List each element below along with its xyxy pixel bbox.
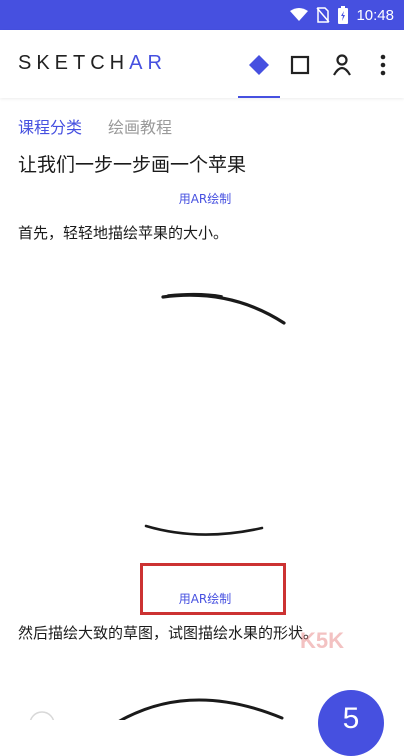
person-icon[interactable] xyxy=(325,48,359,82)
status-bar: 10:48 xyxy=(0,0,404,30)
status-time: 10:48 xyxy=(356,6,394,24)
sketch-illustration xyxy=(144,292,286,536)
more-vert-icon[interactable] xyxy=(366,48,400,82)
step-number-button[interactable]: 5 xyxy=(318,690,384,756)
wifi-icon xyxy=(290,8,309,21)
tab-drawing-tutorial[interactable]: 绘画教程 xyxy=(108,114,172,138)
active-tab-indicator xyxy=(238,96,280,98)
step-text: 首先，轻轻地描绘苹果的大小。 xyxy=(18,224,229,242)
app-bar: SKETCHAR xyxy=(0,30,404,98)
status-icons: 10:48 xyxy=(290,0,394,30)
tab-course-category[interactable]: 课程分类 xyxy=(18,114,82,138)
logo-main: SKETCH xyxy=(18,52,130,74)
app-logo: SKETCHAR xyxy=(18,52,167,75)
lesson-title: 让我们一步一步画一个苹果 xyxy=(18,154,247,176)
category-tabs: 课程分类 绘画教程 xyxy=(0,100,404,144)
draw-with-ar-link[interactable]: 用AR绘制 xyxy=(150,590,260,607)
diamond-icon[interactable] xyxy=(242,48,276,82)
step-text: 然后描绘大致的草图，试图描绘水果的形状。 xyxy=(18,624,319,642)
highlight-box xyxy=(140,563,286,615)
battery-charging-icon xyxy=(338,6,349,24)
watermark: K5K xyxy=(300,628,345,653)
logo-accent: AR xyxy=(129,52,167,74)
draw-with-ar-link[interactable]: 用AR绘制 xyxy=(150,190,260,207)
square-icon[interactable] xyxy=(283,48,317,82)
no-sim-icon xyxy=(316,7,331,23)
